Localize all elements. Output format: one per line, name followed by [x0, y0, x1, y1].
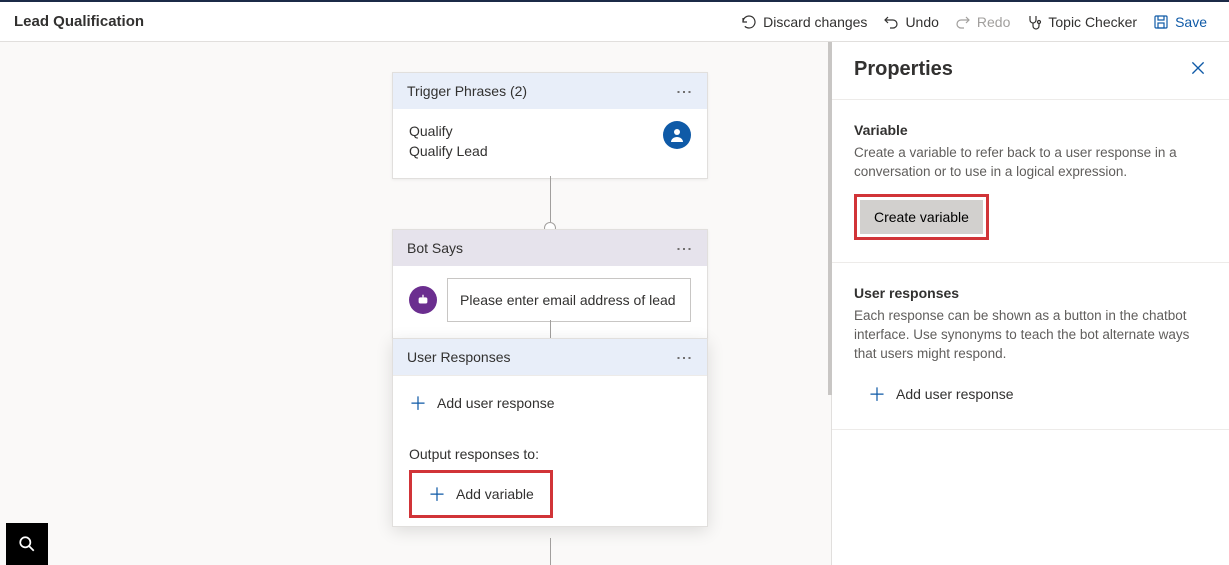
scrollbar[interactable] — [828, 42, 832, 395]
undo-icon — [883, 14, 899, 30]
save-icon — [1153, 14, 1169, 30]
undo-button[interactable]: Undo — [875, 10, 946, 34]
user-icon — [663, 121, 691, 149]
topic-checker-label: Topic Checker — [1048, 14, 1137, 30]
discard-label: Discard changes — [763, 14, 867, 30]
trigger-phrases-node[interactable]: Trigger Phrases (2) ⋮ Qualify Qualify Le… — [392, 72, 708, 179]
connector-line — [550, 538, 551, 565]
output-responses-label: Output responses to: — [409, 446, 691, 462]
bot-says-header: Bot Says ⋮ — [393, 230, 707, 266]
trigger-phrase: Qualify Lead — [409, 141, 653, 161]
authoring-canvas[interactable]: Trigger Phrases (2) ⋮ Qualify Qualify Le… — [0, 42, 831, 565]
user-responses-heading: User responses — [854, 285, 1207, 301]
add-user-response-button[interactable]: ＋ Add user response — [393, 375, 707, 430]
variable-description: Create a variable to refer back to a use… — [854, 144, 1207, 182]
user-responses-node[interactable]: User Responses ⋮ ＋ Add user response Out… — [392, 338, 708, 527]
plus-icon: ＋ — [868, 381, 886, 407]
close-icon[interactable] — [1189, 59, 1207, 80]
user-responses-title: User Responses — [407, 349, 511, 365]
properties-panel: Properties Variable Create a variable to… — [831, 42, 1229, 565]
trigger-title: Trigger Phrases (2) — [407, 83, 527, 99]
trigger-phrase: Qualify — [409, 121, 653, 141]
connector-line — [550, 320, 551, 338]
redo-label: Redo — [977, 14, 1010, 30]
save-label: Save — [1175, 14, 1207, 30]
user-responses-description: Each response can be shown as a button i… — [854, 307, 1207, 364]
panel-add-response-label: Add user response — [896, 386, 1014, 402]
add-response-label: Add user response — [437, 395, 555, 411]
more-icon[interactable]: ⋮ — [674, 350, 693, 365]
discard-changes-button[interactable]: Discard changes — [733, 10, 875, 34]
more-icon[interactable]: ⋮ — [674, 241, 693, 256]
bot-icon — [409, 286, 437, 314]
redo-icon — [955, 14, 971, 30]
undo-label: Undo — [905, 14, 938, 30]
plus-icon: ＋ — [428, 481, 446, 507]
plus-icon: ＋ — [409, 390, 427, 416]
bot-says-title: Bot Says — [407, 240, 463, 256]
add-variable-button[interactable]: ＋ Add variable — [409, 470, 553, 518]
stethoscope-icon — [1026, 14, 1042, 30]
connector-line — [550, 176, 551, 222]
topic-checker-button[interactable]: Topic Checker — [1018, 10, 1145, 34]
trigger-phrases-list: Qualify Qualify Lead — [409, 121, 653, 162]
panel-add-user-response-button[interactable]: ＋ Add user response — [854, 381, 1207, 407]
page-title: Lead Qualification — [14, 13, 144, 30]
trigger-header: Trigger Phrases (2) ⋮ — [393, 73, 707, 109]
bot-message-input[interactable]: Please enter email address of lead — [447, 278, 691, 322]
redo-button: Redo — [947, 10, 1018, 34]
refresh-icon — [741, 14, 757, 30]
variable-heading: Variable — [854, 122, 1207, 138]
zoom-button[interactable] — [6, 523, 48, 565]
save-button[interactable]: Save — [1145, 10, 1215, 34]
add-variable-label: Add variable — [456, 486, 534, 502]
panel-title: Properties — [854, 58, 953, 81]
more-icon[interactable]: ⋮ — [674, 84, 693, 99]
magnify-icon — [18, 535, 36, 553]
user-responses-header: User Responses ⋮ — [393, 339, 707, 375]
toolbar: Lead Qualification Discard changes Undo … — [0, 2, 1229, 42]
create-variable-button[interactable]: Create variable — [860, 200, 983, 234]
